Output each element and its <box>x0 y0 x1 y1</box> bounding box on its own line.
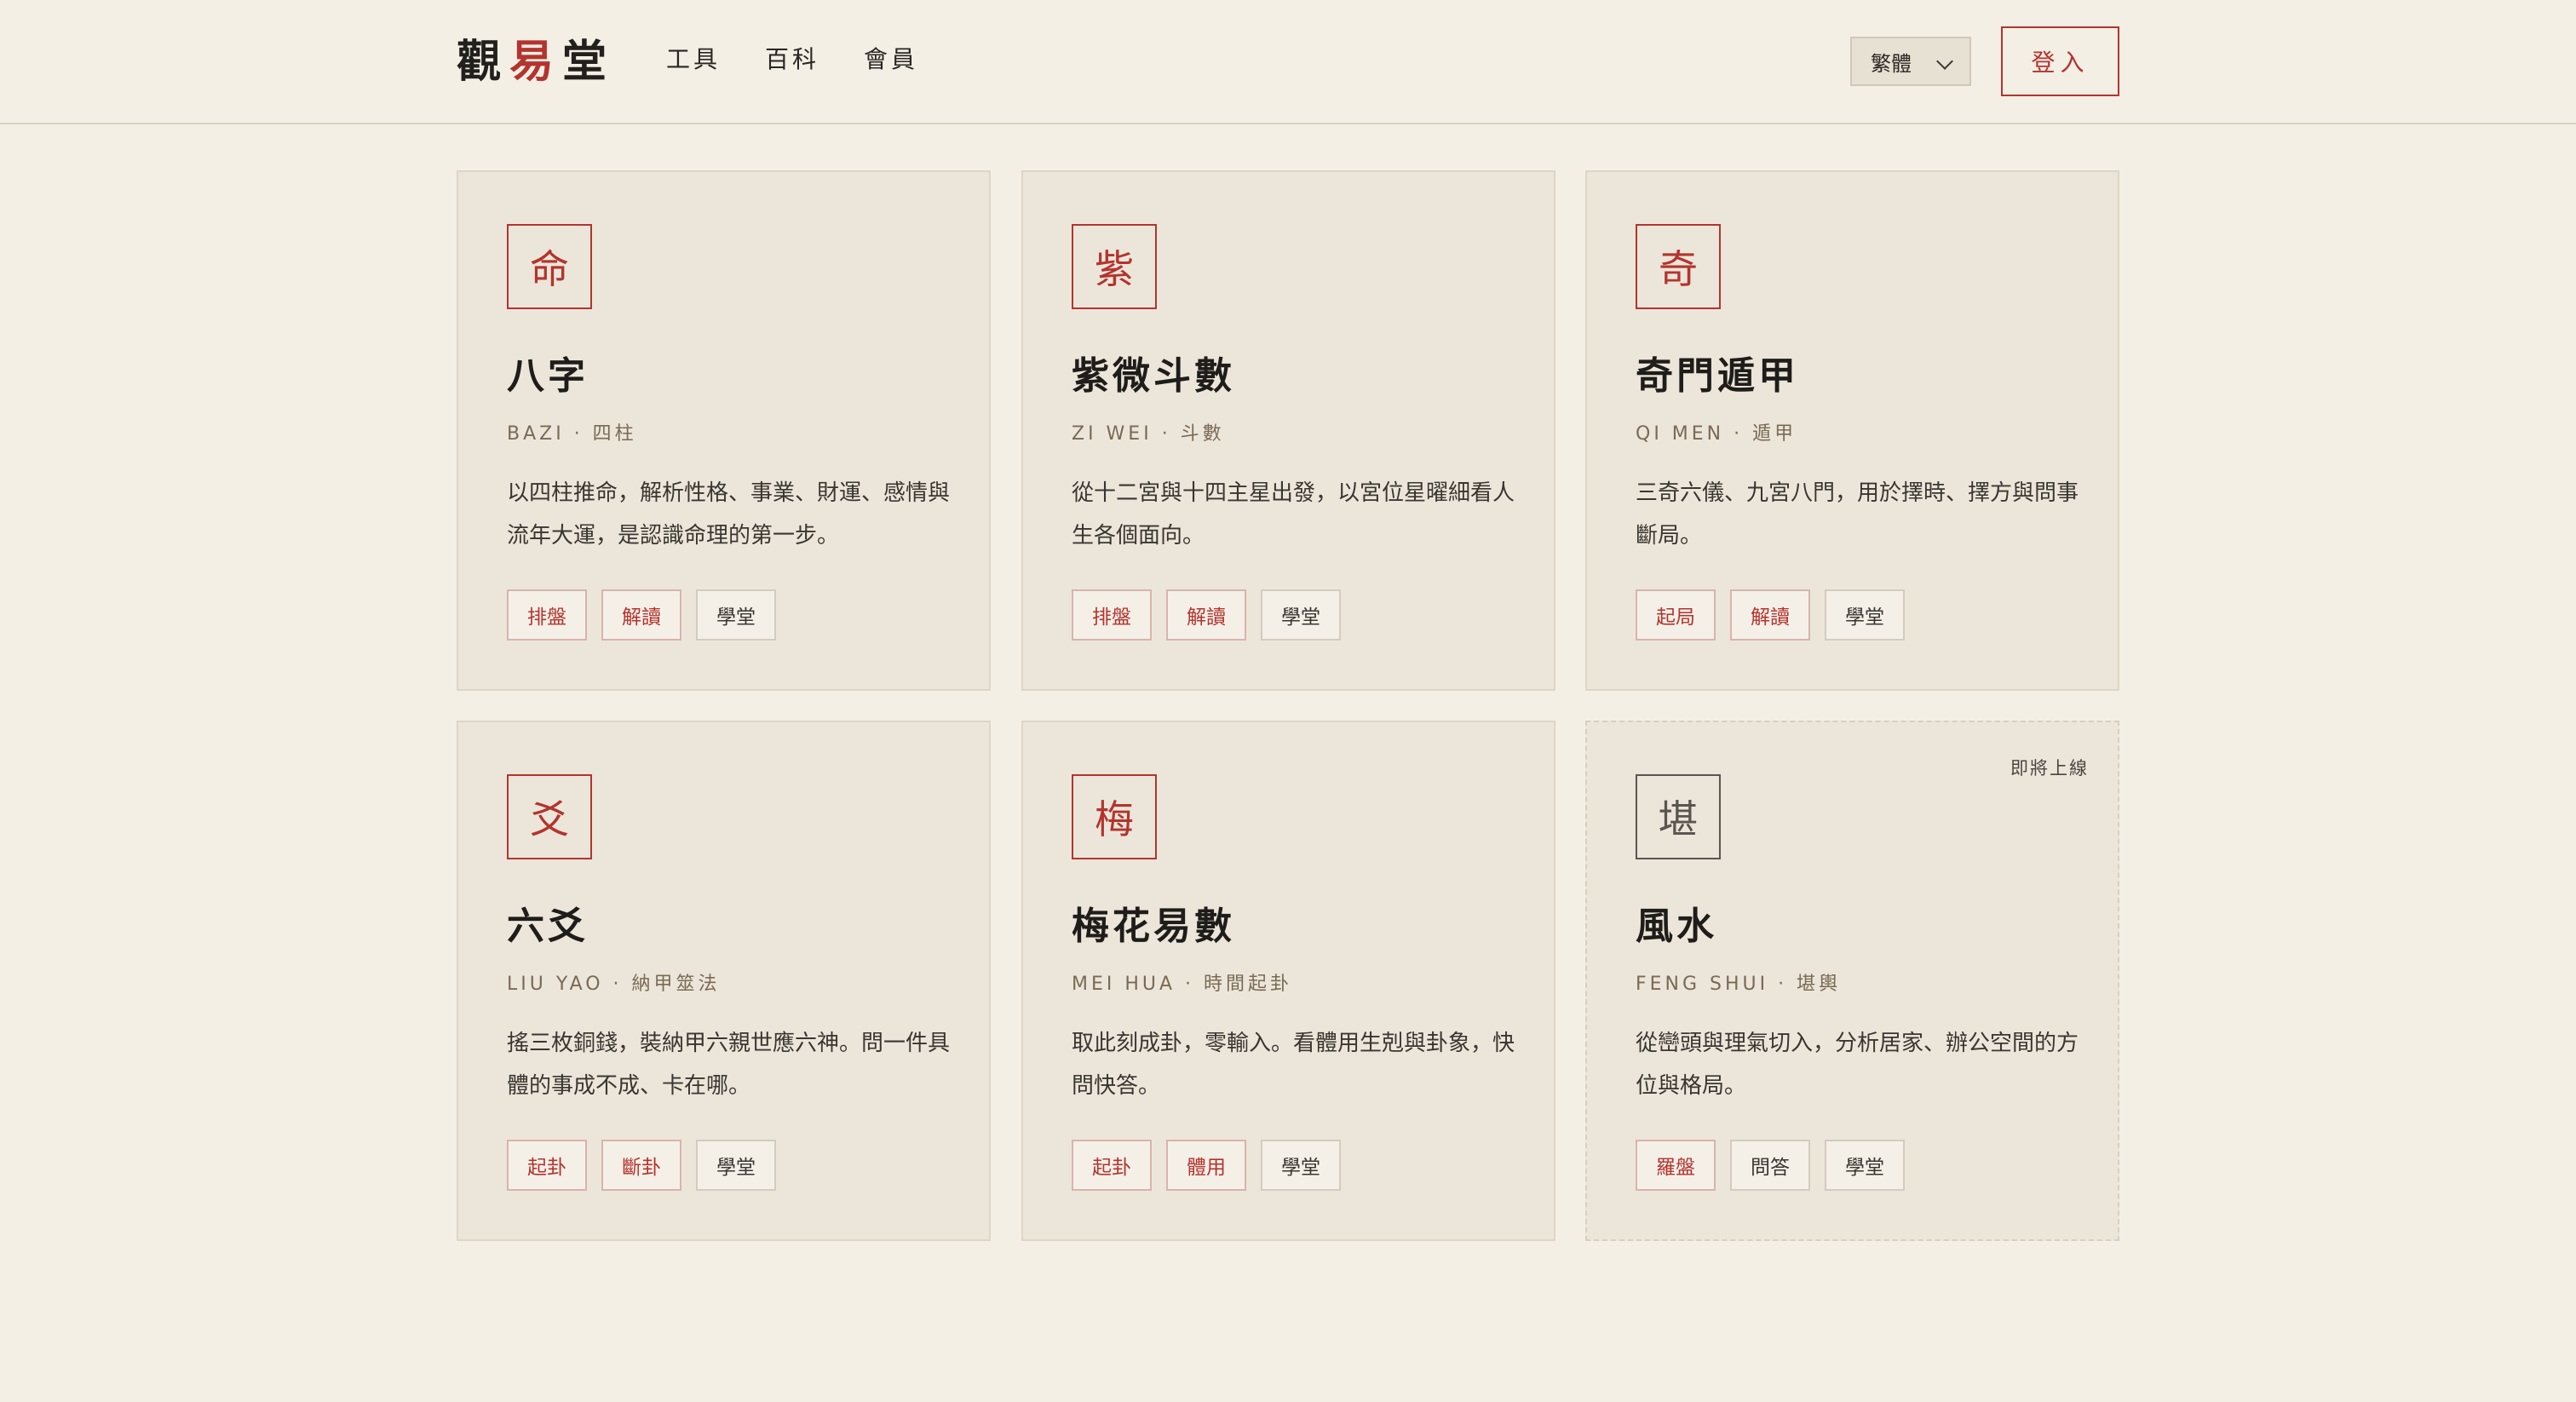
chevron-down-icon <box>1936 53 1953 70</box>
card-action-button[interactable]: 學堂 <box>696 1140 776 1191</box>
nav-tools[interactable]: 工具 <box>666 41 721 78</box>
card-action-button[interactable]: 斷卦 <box>601 1140 681 1191</box>
coming-soon-badge: 即將上線 <box>2010 758 2089 779</box>
card-subtitle: FENG SHUI · 堪輿 <box>1636 974 1842 995</box>
card-action-button[interactable]: 學堂 <box>696 589 776 641</box>
card-title: 風水 <box>1636 905 1717 948</box>
card-actions: 起局 解讀 學堂 <box>1636 589 1905 641</box>
card-action-button[interactable]: 學堂 <box>1825 1140 1905 1191</box>
card-action-button[interactable]: 學堂 <box>1261 589 1341 641</box>
card-action-button[interactable]: 羅盤 <box>1636 1140 1716 1191</box>
card-action-button[interactable]: 解讀 <box>1730 589 1810 641</box>
card-description: 三奇六儀、九宮八門，用於擇時、擇方與問事斷局。 <box>1636 480 2079 549</box>
card-action-button[interactable]: 解讀 <box>601 589 681 641</box>
card-actions: 羅盤 問答 學堂 <box>1636 1140 1905 1191</box>
card-action-button[interactable]: 起卦 <box>1072 1140 1152 1191</box>
card-title: 六爻 <box>507 905 589 948</box>
card-title: 八字 <box>507 354 589 398</box>
card-action-button[interactable]: 問答 <box>1730 1140 1810 1191</box>
logo-char-1: 觀 <box>457 36 510 88</box>
card-actions: 起卦 斷卦 學堂 <box>507 1140 776 1191</box>
card-action-button[interactable]: 學堂 <box>1825 589 1905 641</box>
tool-card-meihua: 梅梅花易數 MEI HUA · 時間起卦取此刻成卦，零輸入。看體用生剋與卦象，快問… <box>1021 721 1555 1241</box>
card-title: 紫微斗數 <box>1072 354 1235 398</box>
card-action-button[interactable]: 起局 <box>1636 589 1716 641</box>
card-description: 以四柱推命，解析性格、事業、財運、感情與流年大運，是認識命理的第一步。 <box>507 480 951 549</box>
card-description: 搖三枚銅錢，裝納甲六親世應六神。問一件具體的事成不成、卡在哪。 <box>507 1031 951 1099</box>
main-nav: 工具 百科 會員 <box>666 41 918 78</box>
nav-membership[interactable]: 會員 <box>864 41 918 78</box>
card-actions: 排盤 解讀 學堂 <box>1072 589 1341 641</box>
card-glyph-icon: 堪 <box>1636 774 1721 859</box>
tool-card-fengshui: 即將上線堪風水 FENG SHUI · 堪輿從巒頭與理氣切入，分析居家、辦公空間的… <box>1585 721 2119 1241</box>
card-glyph-icon: 紫 <box>1072 224 1157 309</box>
tool-card-liuyao: 爻六爻 LIU YAO · 納甲筮法搖三枚銅錢，裝納甲六親世應六神。問一件具體的事… <box>457 721 991 1241</box>
tool-card-qimen: 奇奇門遁甲 QI MEN · 遁甲三奇六儀、九宮八門，用於擇時、擇方與問事斷局。起… <box>1585 170 2119 691</box>
tool-card-bazi: 命八字 BAZI · 四柱以四柱推命，解析性格、事業、財運、感情與流年大運，是認識… <box>457 170 991 691</box>
card-subtitle: LIU YAO · 納甲筮法 <box>507 974 721 995</box>
card-subtitle: ZI WEI · 斗數 <box>1072 423 1225 445</box>
card-subtitle: MEI HUA · 時間起卦 <box>1072 974 1293 995</box>
card-description: 從十二宮與十四主星出發，以宮位星曜細看人生各個面向。 <box>1072 480 1515 549</box>
card-description: 從巒頭與理氣切入，分析居家、辦公空間的方位與格局。 <box>1636 1031 2079 1099</box>
card-action-button[interactable]: 排盤 <box>1072 589 1152 641</box>
tool-card-ziwei: 紫紫微斗數 ZI WEI · 斗數從十二宮與十四主星出發，以宮位星曜細看人生各個面… <box>1021 170 1555 691</box>
card-glyph-icon: 梅 <box>1072 774 1157 859</box>
card-title: 梅花易數 <box>1072 905 1235 948</box>
card-title: 奇門遁甲 <box>1636 354 1799 398</box>
card-subtitle: BAZI · 四柱 <box>507 423 637 445</box>
logo-char-2: 易 <box>509 36 563 88</box>
logo-char-3: 堂 <box>562 36 616 88</box>
site-logo[interactable]: 觀易堂 <box>457 32 615 92</box>
card-glyph-icon: 奇 <box>1636 224 1721 309</box>
card-glyph-icon: 命 <box>507 224 592 309</box>
card-action-button[interactable]: 解讀 <box>1166 589 1246 641</box>
card-action-button[interactable]: 起卦 <box>507 1140 587 1191</box>
card-action-button[interactable]: 學堂 <box>1261 1140 1341 1191</box>
card-actions: 排盤 解讀 學堂 <box>507 589 776 641</box>
card-actions: 起卦 體用 學堂 <box>1072 1140 1341 1191</box>
card-subtitle: QI MEN · 遁甲 <box>1636 423 1797 445</box>
card-description: 取此刻成卦，零輸入。看體用生剋與卦象，快問快答。 <box>1072 1031 1515 1099</box>
card-glyph-icon: 爻 <box>507 774 592 859</box>
nav-encyclopedia[interactable]: 百科 <box>765 41 819 78</box>
login-button[interactable]: 登入 <box>2001 26 2119 96</box>
site-header: 觀易堂 工具 百科 會員 繁體 登入 <box>0 0 2576 124</box>
card-action-button[interactable]: 排盤 <box>507 589 587 641</box>
language-value: 繁體 <box>1871 51 1912 76</box>
card-action-button[interactable]: 體用 <box>1166 1140 1246 1191</box>
language-select[interactable]: 繁體 <box>1850 37 1971 86</box>
